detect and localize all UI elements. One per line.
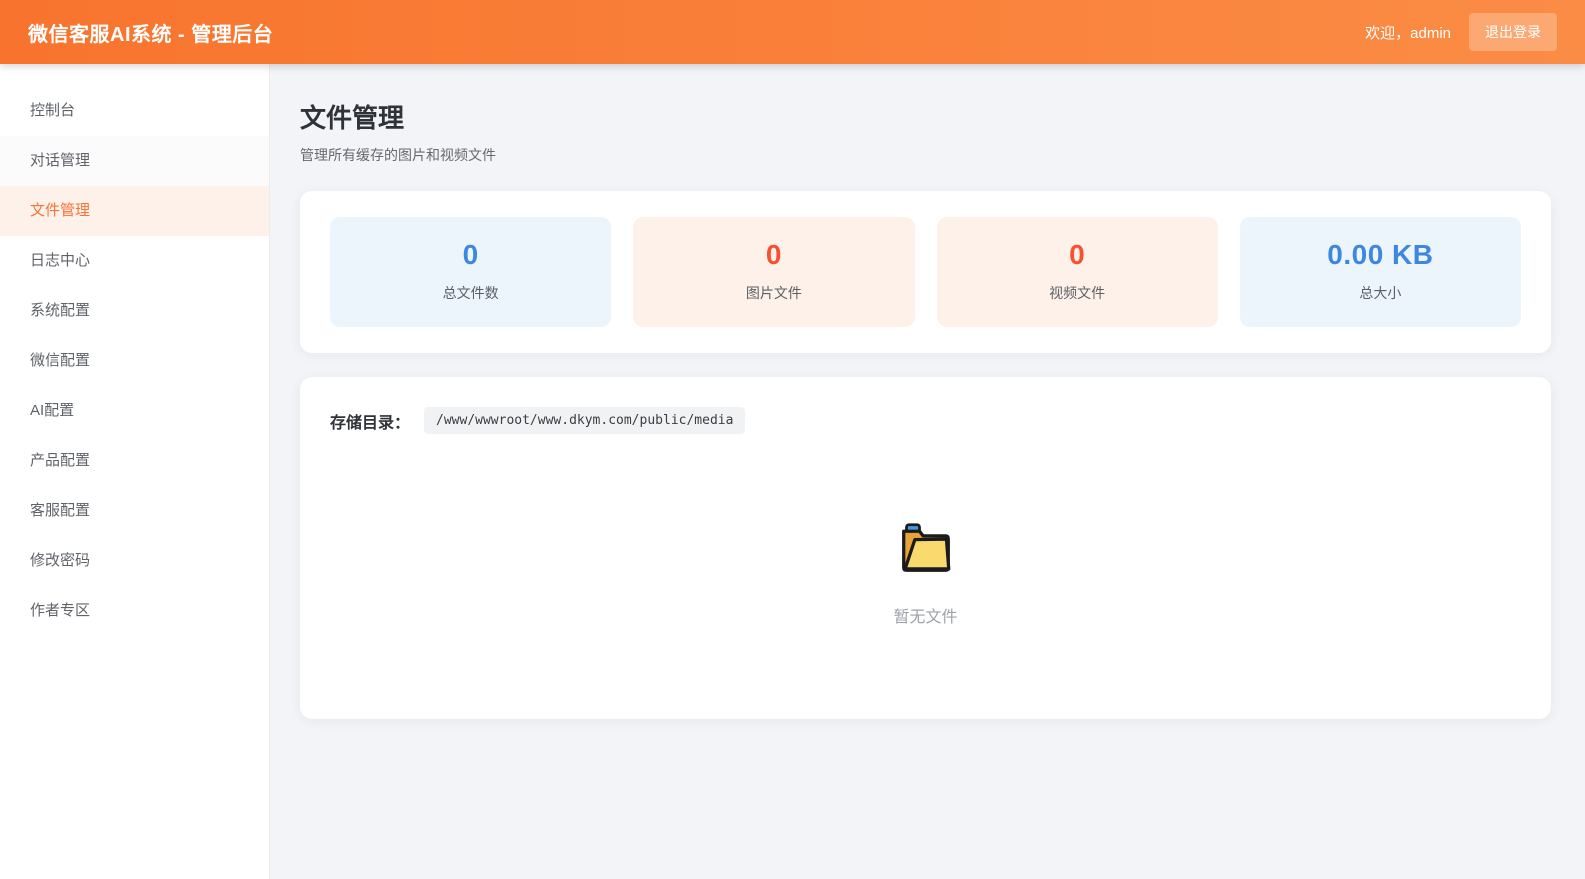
stat-image-files-value: 0 — [765, 239, 782, 270]
page-title: 文件管理 — [300, 103, 405, 133]
sidebar-nav: 控制台 对话管理 文件管理 日志中心 系统配置 微信配置 AI配置 产品配置 客… — [0, 86, 269, 636]
empty-files-text: 暂无文件 — [893, 609, 958, 626]
files-panel: 存储目录： /www/wwwroot/www.dkym.com/public/m… — [300, 377, 1551, 719]
header-right: 欢迎，admin 退出登录 — [1365, 13, 1557, 51]
sidebar: 控制台 对话管理 文件管理 日志中心 系统配置 微信配置 AI配置 产品配置 客… — [0, 64, 270, 879]
sidebar-item-dashboard[interactable]: 控制台 — [0, 86, 269, 136]
layout: 控制台 对话管理 文件管理 日志中心 系统配置 微信配置 AI配置 产品配置 客… — [0, 64, 1585, 879]
stat-total-size-value: 0.00 KB — [1327, 239, 1434, 270]
stat-total-size-label: 总大小 — [1359, 285, 1402, 301]
stat-total-files: 0 总文件数 — [330, 217, 612, 327]
storage-directory-label: 存储目录： — [330, 414, 411, 432]
open-folder-icon — [897, 522, 955, 579]
sidebar-item-product-config[interactable]: 产品配置 — [0, 436, 269, 486]
empty-state: 暂无文件 — [330, 434, 1521, 719]
app-title: 微信客服AI系统 - 管理后台 — [28, 23, 274, 46]
stats-panel: 0 总文件数 0 图片文件 0 视频文件 0.00 KB 总大小 — [300, 191, 1551, 353]
stat-video-files: 0 视频文件 — [936, 217, 1218, 327]
stat-total-files-label: 总文件数 — [442, 285, 499, 301]
welcome-text: 欢迎，admin — [1365, 24, 1451, 42]
stat-total-files-value: 0 — [462, 239, 479, 270]
stat-video-files-value: 0 — [1069, 239, 1086, 270]
sidebar-item-change-password[interactable]: 修改密码 — [0, 536, 269, 586]
sidebar-item-wechat-config[interactable]: 微信配置 — [0, 336, 269, 386]
main-content: 文件管理 管理所有缓存的图片和视频文件 0 总文件数 0 图片文件 0 视频文件… — [270, 64, 1585, 879]
app-header: 微信客服AI系统 - 管理后台 欢迎，admin 退出登录 — [0, 0, 1585, 64]
sidebar-item-logs[interactable]: 日志中心 — [0, 236, 269, 286]
sidebar-item-conversations[interactable]: 对话管理 — [0, 136, 269, 186]
sidebar-item-service-config[interactable]: 客服配置 — [0, 486, 269, 536]
sidebar-item-files[interactable]: 文件管理 — [0, 186, 269, 236]
logout-button[interactable]: 退出登录 — [1469, 13, 1557, 51]
stat-total-size: 0.00 KB 总大小 — [1239, 217, 1521, 327]
stat-video-files-label: 视频文件 — [1049, 285, 1106, 301]
sidebar-item-author-zone[interactable]: 作者专区 — [0, 586, 269, 636]
storage-directory-row: 存储目录： /www/wwwroot/www.dkym.com/public/m… — [330, 407, 1521, 434]
page-subtitle: 管理所有缓存的图片和视频文件 — [300, 147, 496, 163]
stat-image-files: 0 图片文件 — [633, 217, 915, 327]
sidebar-item-system-config[interactable]: 系统配置 — [0, 286, 269, 336]
stat-image-files-label: 图片文件 — [745, 285, 802, 301]
storage-directory-path: /www/wwwroot/www.dkym.com/public/media — [424, 407, 746, 434]
sidebar-item-ai-config[interactable]: AI配置 — [0, 386, 269, 436]
